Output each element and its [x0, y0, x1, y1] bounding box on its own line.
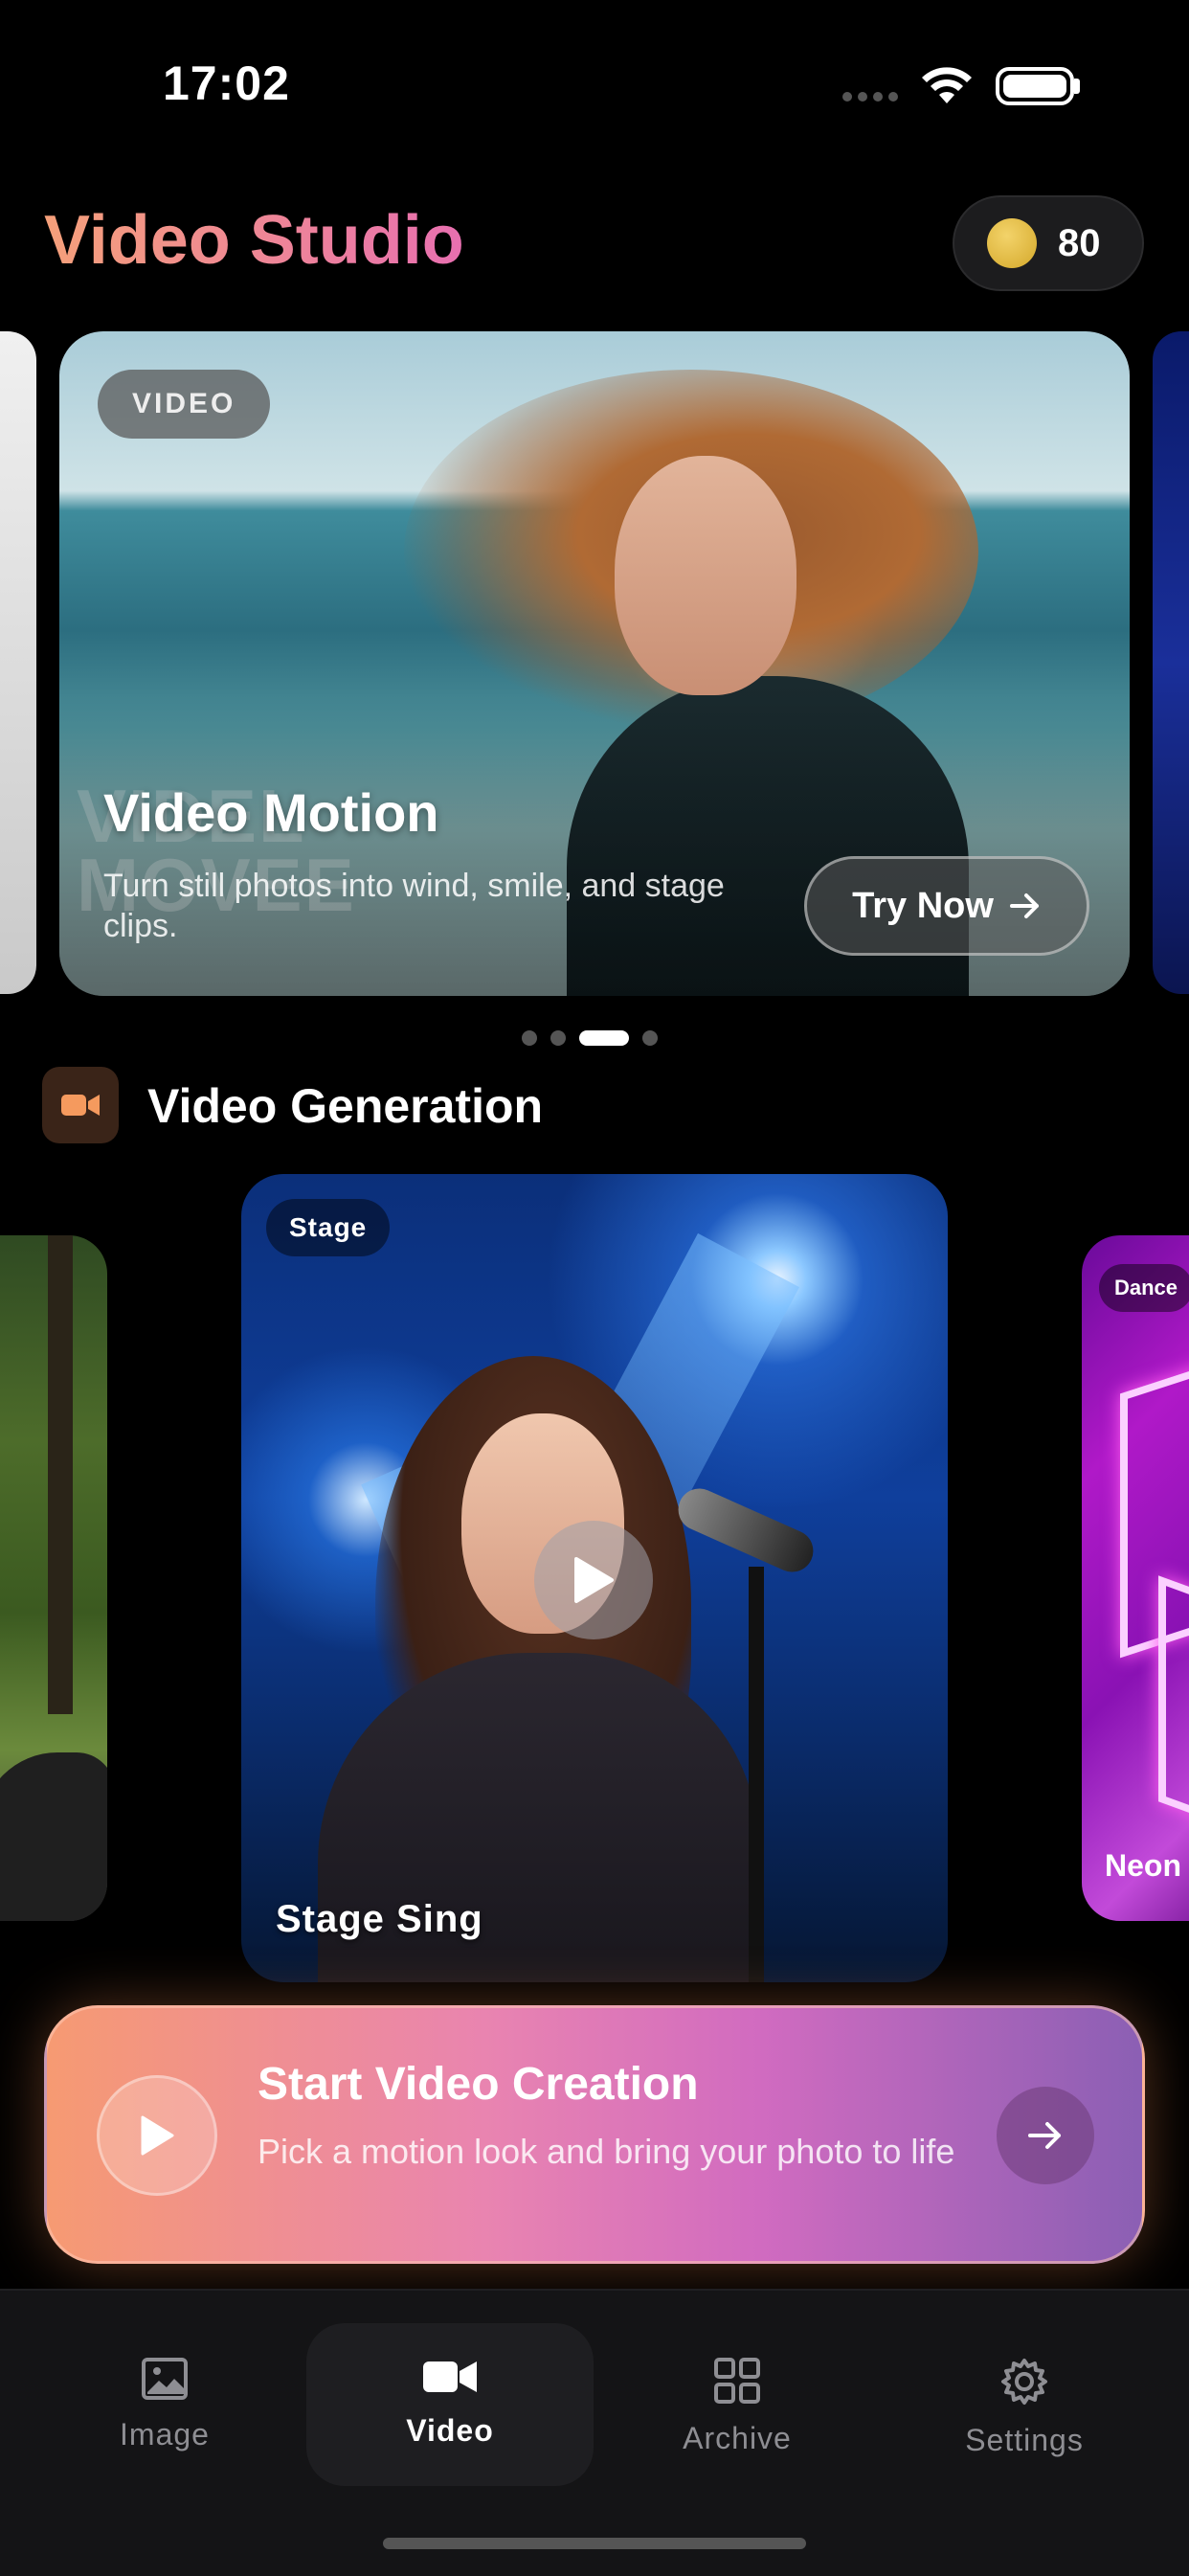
tab-archive[interactable]: Archive	[594, 2323, 881, 2486]
page-title: Video Studio	[44, 202, 464, 279]
image-icon	[142, 2358, 188, 2400]
tab-bar: Image Video Archive Settings	[0, 2289, 1189, 2576]
arrow-right-icon	[997, 2087, 1094, 2184]
page-dot-4[interactable]	[642, 1030, 658, 1046]
microphone-stand	[749, 1567, 764, 1982]
card-category-badge: Stage	[266, 1199, 391, 1256]
video-section-icon	[42, 1067, 119, 1143]
card-category-badge: Dance	[1099, 1264, 1189, 1312]
video-camera-icon	[423, 2361, 477, 2392]
video-card-previous[interactable]	[0, 1235, 107, 1921]
arrow-right-icon	[1009, 893, 1039, 918]
try-now-button[interactable]: Try Now	[804, 856, 1089, 956]
play-button[interactable]	[534, 1521, 653, 1639]
card-image-figure	[0, 1752, 107, 1921]
wifi-icon	[922, 67, 972, 103]
cellular-signal-icon	[842, 92, 898, 102]
cta-play-icon	[97, 2075, 217, 2196]
page-dot-1[interactable]	[522, 1030, 537, 1046]
grid-icon	[714, 2358, 760, 2404]
tab-label: Image	[120, 2417, 210, 2452]
home-indicator	[383, 2538, 806, 2549]
tab-label: Settings	[965, 2423, 1084, 2457]
card-image-tree	[48, 1235, 73, 1714]
hero-category-badge: VIDEO	[98, 370, 271, 439]
play-icon	[574, 1557, 614, 1603]
coin-count: 80	[1058, 221, 1101, 264]
cta-subtitle: Pick a motion look and bring your photo …	[258, 2132, 955, 2171]
video-card-stage-sing[interactable]: Stage Stage Sing	[241, 1174, 948, 1982]
hero-card-next[interactable]	[1153, 331, 1189, 994]
start-video-creation-button[interactable]: Start Video Creation Pick a motion look …	[44, 2005, 1145, 2264]
tab-settings[interactable]: Settings	[881, 2323, 1168, 2486]
hero-subtitle: Turn still photos into wind, smile, and …	[103, 868, 725, 944]
status-time: 17:02	[163, 56, 290, 110]
page-dot-3-active[interactable]	[579, 1030, 629, 1046]
tab-image[interactable]: Image	[21, 2323, 308, 2486]
hero-card-previous[interactable]	[0, 331, 36, 994]
section-title: Video Generation	[147, 1079, 544, 1133]
coin-balance-button[interactable]: 80	[953, 195, 1144, 291]
cta-title: Start Video Creation	[258, 2059, 699, 2110]
gear-icon	[1001, 2359, 1047, 2405]
video-card-next[interactable]: Dance Neon Pa	[1082, 1235, 1189, 1921]
battery-tip	[1074, 79, 1080, 94]
page-dot-2[interactable]	[550, 1030, 566, 1046]
carousel-page-indicator[interactable]	[522, 1030, 658, 1046]
coin-icon	[987, 218, 1037, 268]
card-title: Stage Sing	[276, 1898, 483, 1940]
microphone	[671, 1481, 820, 1579]
hero-card-video-motion[interactable]: VIDEO VIDEL MOVEE Video Motion Turn stil…	[59, 331, 1130, 996]
tab-video[interactable]: Video	[306, 2323, 594, 2486]
try-now-label: Try Now	[852, 885, 994, 926]
battery-icon	[996, 67, 1074, 105]
tab-label: Video	[406, 2413, 494, 2448]
card-title: Neon Pa	[1105, 1848, 1189, 1883]
neon-shape	[1158, 1575, 1189, 1849]
hero-title: Video Motion	[103, 782, 439, 843]
tab-label: Archive	[683, 2421, 792, 2455]
